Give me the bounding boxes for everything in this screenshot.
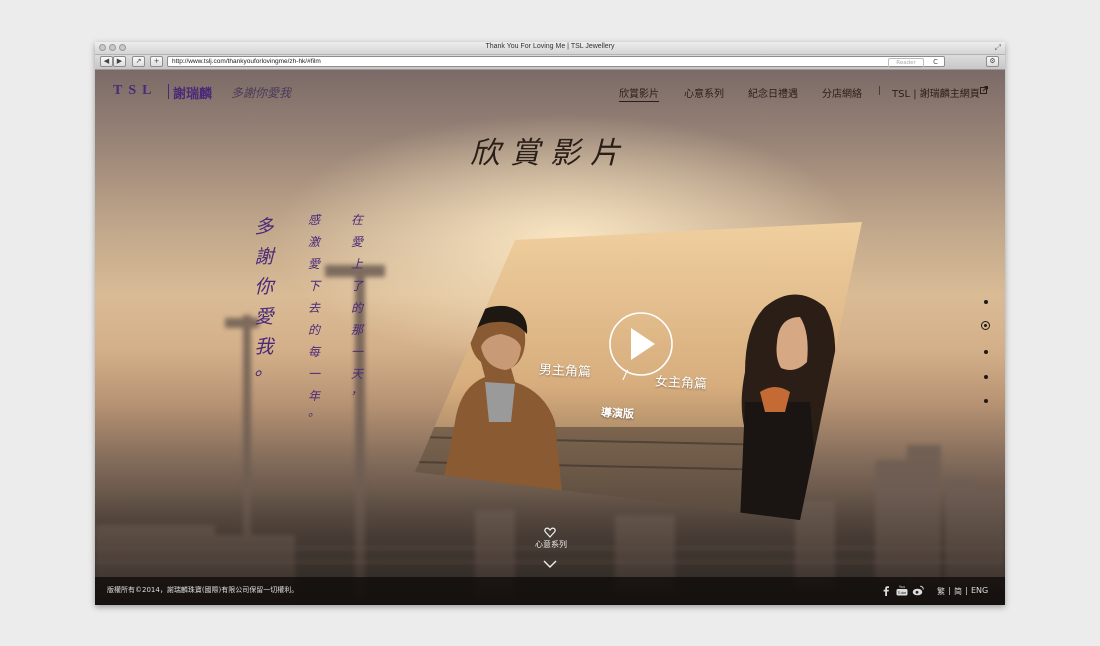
poem-char: 在 — [350, 213, 363, 227]
reload-icon[interactable]: C — [933, 57, 938, 67]
footer-bar: 版權所有©2014，謝瑞麟珠寶(國際)有限公司保留一切權利。 You Tube … — [95, 577, 1005, 605]
poem-column-2: 感 激 愛 下 去 的 每 一 年 。 — [303, 214, 325, 418]
campaign-slogan: 多謝你愛我 — [231, 86, 292, 100]
poem-char: 去 — [307, 301, 320, 315]
lang-separator: | — [965, 586, 968, 595]
add-bookmark-button[interactable]: + — [150, 56, 163, 67]
poem-char: 上 — [350, 257, 363, 271]
page-title: 欣賞影片 — [470, 136, 630, 171]
fullscreen-icon[interactable]: ⤢ — [995, 43, 1001, 53]
section-dot[interactable] — [984, 300, 988, 304]
poem-char: 。 — [307, 405, 320, 419]
copyright-text: 版權所有©2014，謝瑞麟珠寶(國際)有限公司保留一切權利。 — [107, 586, 299, 594]
poem-char: 愛 — [307, 257, 320, 271]
poem-column-1: 多 謝 你 愛 我 。 — [253, 218, 275, 379]
section-dot-active[interactable] — [981, 321, 990, 330]
address-bar-url: http://www.tslj.com/thankyouforlovingme/… — [172, 58, 321, 65]
poem-char: 下 — [307, 279, 320, 293]
browser-toolbar: ◀ ▶ ↗ + http://www.tslj.com/thankyouforl… — [95, 55, 1005, 70]
svg-text:Tube: Tube — [897, 591, 907, 595]
nav-store-network[interactable]: 分店網絡 — [822, 85, 862, 100]
logo-divider — [168, 84, 169, 99]
lang-separator: | — [948, 586, 951, 595]
address-bar[interactable]: http://www.tslj.com/thankyouforlovingme/… — [167, 56, 945, 68]
nav-tsl-main-site[interactable]: TSL | 謝瑞麟主網頁 — [892, 85, 980, 100]
nav-separator: | — [878, 86, 882, 96]
youtube-icon[interactable]: You Tube — [896, 585, 908, 596]
back-button[interactable]: ◀ — [100, 56, 113, 67]
section-dot[interactable] — [984, 399, 988, 403]
poem-char: 謝 — [254, 246, 274, 268]
nav-watch-film[interactable]: 欣賞影片 — [619, 85, 659, 102]
poem-char: 了 — [350, 279, 363, 293]
lang-simplified-chinese[interactable]: 简 — [954, 586, 962, 597]
poem-char: 多 — [254, 216, 274, 238]
poem-char: 的 — [350, 301, 363, 315]
heart-knot-icon — [544, 527, 556, 538]
logo-chinese-name: 謝瑞麟 — [173, 86, 213, 101]
logo-brand: TSL — [113, 83, 158, 98]
section-dot[interactable] — [984, 375, 988, 379]
facebook-icon[interactable] — [880, 585, 892, 596]
nav-collection[interactable]: 心意系列 — [684, 85, 724, 100]
poem-char: 。 — [254, 358, 274, 380]
weibo-icon[interactable] — [912, 585, 924, 596]
female-actor-figure — [740, 294, 845, 520]
chevron-down-icon[interactable] — [543, 560, 557, 568]
poem-char: ， — [350, 383, 363, 397]
scroll-next-label[interactable]: 心意系列 — [530, 539, 572, 550]
settings-gear-button[interactable]: ⚙ — [986, 56, 999, 67]
poem-char: 激 — [307, 235, 320, 249]
director-cut-link[interactable]: 導演版 — [601, 404, 635, 422]
female-lead-episode-link[interactable]: 女主角篇 — [655, 371, 708, 393]
poem-char: 愛 — [254, 306, 274, 328]
reader-button[interactable]: Reader — [888, 58, 924, 68]
forward-button[interactable]: ▶ — [113, 56, 126, 67]
poem-char: 你 — [254, 276, 274, 298]
page-viewport: TSL 謝瑞麟 多謝你愛我 欣賞影片 心意系列 紀念日禮遇 分店網絡 | TSL… — [95, 70, 1005, 605]
browser-window: Thank You For Loving Me | TSL Jewellery … — [95, 42, 1005, 605]
lang-traditional-chinese[interactable]: 繁 — [937, 586, 945, 597]
svg-text:You: You — [899, 585, 905, 589]
poem-char: 年 — [307, 389, 320, 403]
lang-english[interactable]: ENG — [971, 586, 988, 595]
male-lead-episode-link[interactable]: 男主角篇 — [539, 359, 592, 381]
section-dot[interactable] — [984, 350, 988, 354]
poem-char: 我 — [254, 336, 274, 358]
poem-char: 一 — [307, 367, 320, 381]
share-button[interactable]: ↗ — [132, 56, 145, 67]
external-link-icon — [980, 86, 988, 94]
video-card[interactable] — [415, 222, 862, 520]
window-title: Thank You For Loving Me | TSL Jewellery — [485, 43, 615, 50]
poem-char: 的 — [307, 323, 320, 337]
poem-char: 每 — [307, 345, 320, 359]
poem-char: 愛 — [350, 235, 363, 249]
window-titlebar: Thank You For Loving Me | TSL Jewellery … — [95, 42, 1005, 55]
poem-char: 那 — [350, 323, 363, 337]
poem-char: 感 — [307, 213, 320, 227]
poem-char: 一 — [350, 345, 363, 359]
poem-char: 天 — [350, 367, 363, 381]
poem-column-3: 在 愛 上 了 的 那 一 天 ， — [346, 214, 368, 396]
nav-anniversary-offer[interactable]: 紀念日禮遇 — [748, 85, 798, 100]
